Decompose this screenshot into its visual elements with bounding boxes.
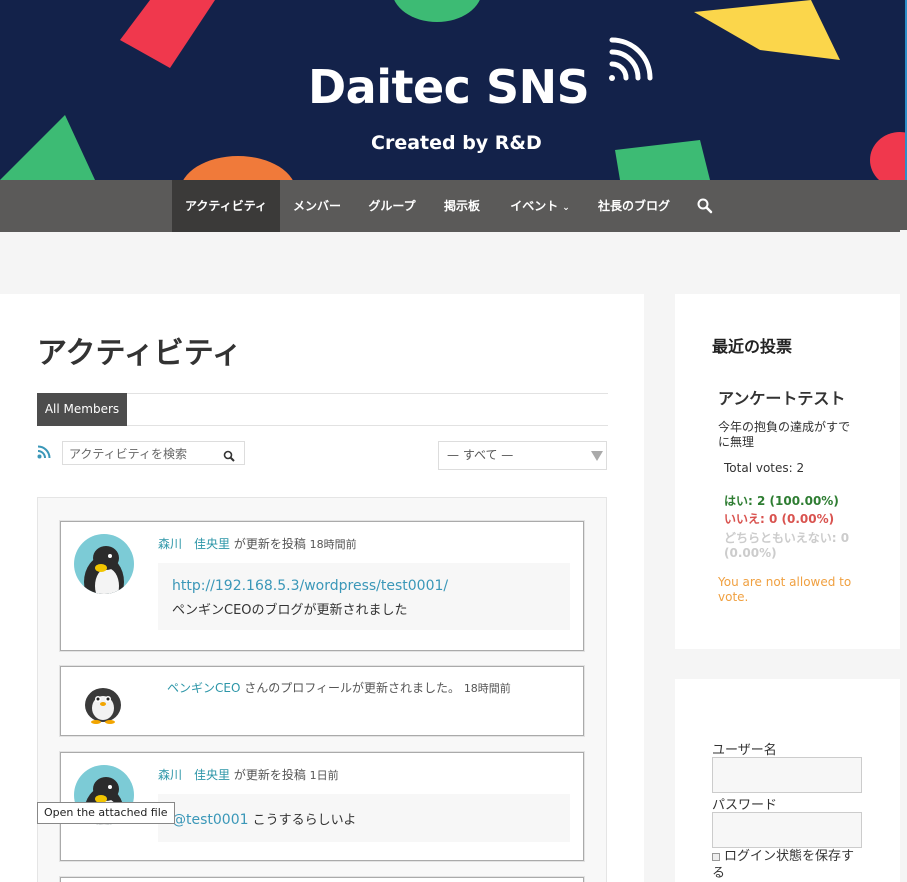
nav-item-groups[interactable]: グループ [356, 180, 428, 232]
poll-option-no: いいえ: 0 (0.00%) [724, 512, 835, 526]
orange-circle [183, 156, 293, 180]
nav-item-label: グループ [368, 199, 416, 213]
page-title: アクティビティ [37, 336, 242, 371]
activity-text: こうするらしいよ [248, 813, 357, 828]
post-link[interactable]: http://192.168.5.3/wordpress/test0001/ [172, 578, 448, 594]
user-link[interactable]: 森川 佳央里 [158, 768, 230, 782]
activity-action: が更新を投稿 [230, 537, 310, 551]
activity-meta: 森川 佳央里 が更新を投稿 1日前 [158, 766, 339, 783]
activity-action: さんのプロフィールが更新されました。 [240, 681, 464, 695]
green-circle [394, 0, 480, 22]
activity-search [62, 441, 245, 465]
nav-item-members[interactable]: メンバー [282, 180, 352, 232]
nav-item-label: メンバー [292, 199, 341, 213]
poll-option-neutral: どちらともいえない: 0 (0.00%) [724, 531, 850, 560]
green-triangle [0, 115, 95, 180]
site-subtitle: Created by R&D [371, 132, 542, 154]
search-icon[interactable] [223, 447, 235, 462]
red-shape [120, 0, 215, 68]
username-input[interactable] [712, 757, 862, 793]
activity-item: ペンギンCEO さんのプロフィールが更新されました。 18時間前 [60, 666, 584, 736]
activity-content: http://192.168.5.3/wordpress/test0001/ ペ… [158, 563, 570, 630]
poll-total-votes: Total votes: 2 [724, 461, 805, 475]
nav-item-label: 掲示板 [443, 199, 480, 213]
activity-text-line: @test0001 こうするらしいよ [172, 809, 356, 828]
password-label: パスワード [712, 798, 778, 813]
mention-link[interactable]: @test0001 [172, 812, 249, 828]
poll-question: 今年の抱負の達成がすでに無理 [718, 420, 851, 449]
tooltip: Open the attached file [37, 802, 175, 824]
filter-selected-value: — すべて — [447, 448, 514, 462]
search-icon[interactable] [697, 198, 713, 214]
timestamp[interactable]: 18時間前 [464, 682, 511, 695]
remember-me[interactable]: ログイン状態を保存する [712, 848, 862, 882]
activity-text: ペンギンCEOのブログが更新されました [172, 603, 408, 618]
penguin-icon [84, 546, 124, 594]
page-edge [900, 230, 907, 882]
green-shape-right [615, 140, 710, 180]
activity-content: @test0001 こうするらしいよ [158, 794, 570, 842]
tab-all-members[interactable]: All Members [37, 393, 127, 426]
widget-title: 最近の投票 [712, 337, 793, 356]
activity-item [60, 877, 584, 882]
main-nav: アクティビティ メンバー グループ 掲示板 イベント ⌄ 社長のブログ [0, 180, 907, 232]
remember-label: ログイン状態を保存する [712, 849, 855, 881]
password-input[interactable] [712, 812, 862, 848]
header-banner: Daitec SNS Created by R&D [0, 0, 907, 180]
chevron-down-icon: ⌄ [562, 203, 570, 213]
poll-note: You are not allowed to vote. [718, 575, 852, 604]
activity-meta: 森川 佳央里 が更新を投稿 18時間前 [158, 535, 357, 552]
user-link[interactable]: ペンギンCEO [167, 681, 240, 695]
nav-item-activity[interactable]: アクティビティ [172, 180, 280, 232]
activity-item: 森川 佳央里 が更新を投稿 18時間前 http://192.168.5.3/w… [60, 521, 584, 651]
activity-filter-select[interactable]: — すべて — [438, 441, 607, 470]
poll-option-yes: はい: 2 (100.00%) [724, 494, 839, 508]
penguin-icon [85, 688, 121, 724]
timestamp[interactable]: 1日前 [310, 769, 339, 782]
avatar[interactable] [74, 534, 134, 594]
username-label: ユーザー名 [712, 743, 777, 758]
wifi-icon [609, 37, 653, 81]
nav-item-ceo-blog[interactable]: 社長のブログ [590, 180, 678, 232]
nav-item-label: 社長のブログ [597, 199, 670, 213]
site-title[interactable]: Daitec SNS [308, 60, 590, 114]
nav-item-forum[interactable]: 掲示板 [436, 180, 488, 232]
remember-checkbox[interactable] [712, 852, 720, 861]
avatar[interactable] [79, 677, 127, 725]
activity-search-input[interactable] [69, 445, 219, 463]
nav-item-label: アクティビティ [185, 199, 267, 213]
rss-icon[interactable] [37, 444, 51, 459]
activity-action: が更新を投稿 [230, 768, 310, 782]
user-link[interactable]: 森川 佳央里 [158, 537, 230, 551]
nav-item-label: イベント [510, 199, 559, 213]
yellow-triangle [694, 0, 840, 60]
nav-item-events[interactable]: イベント ⌄ [499, 180, 581, 232]
activity-meta: ペンギンCEO さんのプロフィールが更新されました。 18時間前 [167, 679, 511, 696]
timestamp[interactable]: 18時間前 [310, 538, 357, 551]
red-circle [870, 132, 907, 180]
poll-title: アンケートテスト [718, 389, 846, 408]
dropdown-arrow-icon [591, 451, 603, 461]
